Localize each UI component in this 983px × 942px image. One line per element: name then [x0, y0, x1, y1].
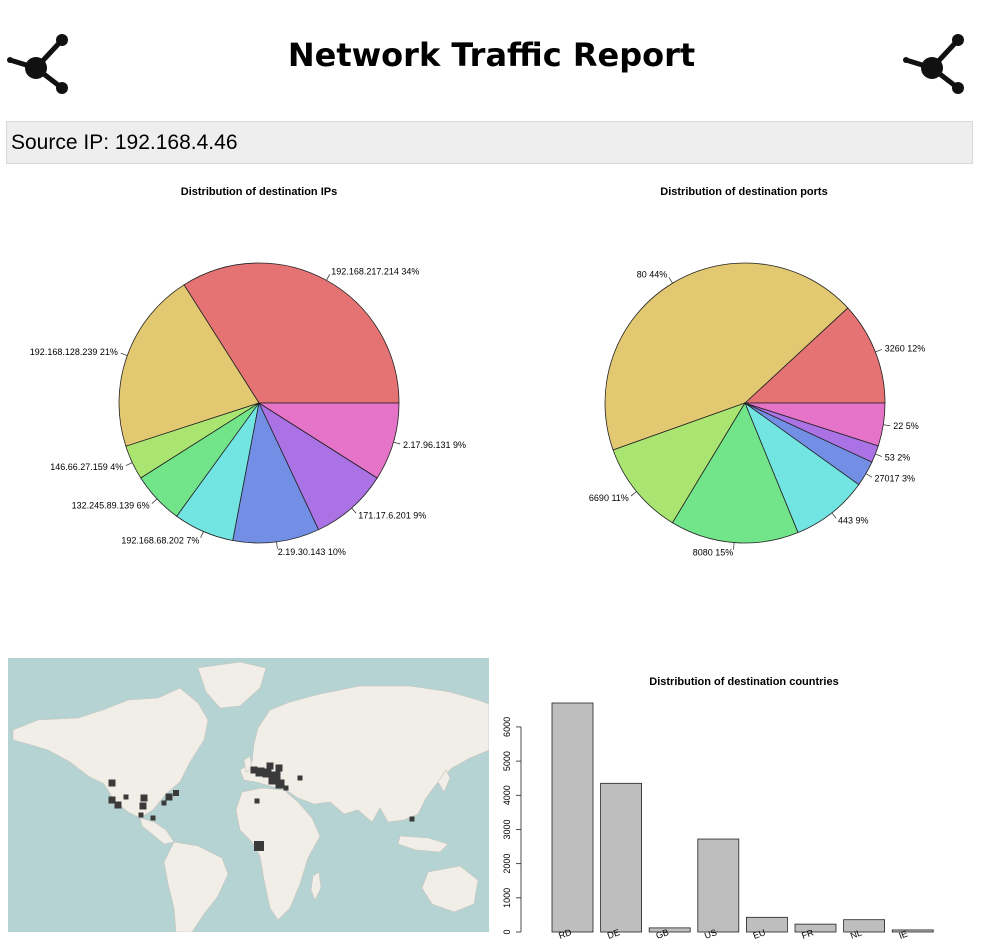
pie-label-leader [875, 349, 883, 353]
map-marker[interactable] [254, 798, 260, 804]
map-marker[interactable] [165, 793, 173, 801]
pie-slice-label: 443 9% [838, 516, 869, 526]
chart-title: Distribution of destination countries [649, 676, 838, 688]
map-marker[interactable] [139, 802, 147, 810]
pie-label-leader [393, 441, 401, 445]
map-marker[interactable] [108, 796, 116, 804]
source-ip-bar: Source IP: 192.168.4.46 [6, 121, 973, 164]
map-marker[interactable] [140, 794, 148, 802]
pie-label-leader [351, 507, 357, 514]
map-marker[interactable] [409, 816, 415, 822]
map-marker[interactable] [254, 841, 264, 851]
pie-label-leader [831, 512, 837, 519]
map-marker[interactable] [266, 762, 274, 770]
map-marker[interactable] [123, 794, 129, 800]
pie-chart-destination-ips: Distribution of destination IPs 192.168.2… [30, 186, 466, 557]
y-tick-label: 6000 [502, 717, 512, 737]
pie-slice-label: 132.245.89.139 6% [72, 501, 150, 511]
pie-slice-label: 146.66.27.159 4% [50, 462, 123, 472]
map-marker[interactable] [275, 779, 285, 789]
page-title: Network Traffic Report [287, 36, 696, 74]
pie-label-leader [883, 424, 891, 427]
pie-slice-label: 192.168.217.214 34% [331, 267, 419, 277]
map-marker[interactable] [138, 812, 144, 818]
pie-label-leader [630, 491, 637, 497]
pie-chart-destination-ports: Distribution of destination ports 3260 12… [589, 186, 926, 558]
pie-slice-label: 53 2% [885, 453, 911, 463]
pie-slice-label: 6690 11% [589, 493, 629, 503]
pie-label-leader [668, 277, 673, 284]
pie-slice-label: 192.168.128.239 21% [30, 347, 118, 357]
map-marker[interactable] [283, 785, 289, 791]
map-marker[interactable] [173, 790, 179, 796]
bar [697, 838, 740, 933]
map-marker[interactable] [114, 801, 122, 809]
pie-slice-label: 2.17.96.131 9% [403, 440, 466, 450]
chart-title: Distribution of destination ports [660, 186, 827, 198]
pie-slice-label: 8080 15% [693, 548, 734, 558]
pie-label-leader [865, 473, 873, 478]
pie-label-leader [120, 352, 128, 356]
bar-chart-destination-countries: Distribution of destination countries 0 10… [502, 676, 934, 941]
y-tick-label: 0 [502, 929, 512, 934]
world-map-canvas [8, 658, 489, 932]
pie-slice-label: 22 5% [893, 421, 919, 431]
pie-label-leader [125, 462, 133, 466]
bar [600, 782, 642, 933]
y-tick-label: 2000 [502, 854, 512, 874]
pie-label-leader [326, 274, 331, 281]
map-marker[interactable] [271, 771, 281, 781]
map-marker[interactable] [297, 775, 303, 781]
chart-title: Distribution of destination IPs [181, 186, 337, 198]
pie-label-leader [875, 453, 883, 457]
map-marker[interactable] [108, 779, 116, 787]
pie-label-leader [151, 498, 158, 504]
pie-label-leader [200, 531, 204, 539]
pie-label-leader [733, 542, 735, 550]
pie-slice-label: 27017 3% [875, 474, 916, 484]
y-tick-label: 3000 [502, 819, 512, 839]
pie-slice-label: 171.17.6.201 9% [358, 511, 426, 521]
map-marker[interactable] [161, 800, 167, 806]
y-tick-label: 1000 [502, 888, 512, 908]
map-marker[interactable] [275, 764, 283, 772]
bar [745, 916, 788, 933]
pie-slice-label: 2.19.30.143 10% [278, 547, 346, 557]
share-icon[interactable] [902, 30, 968, 96]
pie-slice-label: 3260 12% [885, 343, 926, 353]
y-tick-label: 5000 [502, 751, 512, 771]
map-marker[interactable] [150, 815, 156, 821]
y-tick-label: 4000 [502, 785, 512, 805]
bar [551, 702, 594, 933]
world-map[interactable] [8, 658, 489, 932]
pie-slice-label: 80 44% [637, 270, 668, 280]
pie-slice-label: 192.168.68.202 7% [121, 536, 199, 546]
